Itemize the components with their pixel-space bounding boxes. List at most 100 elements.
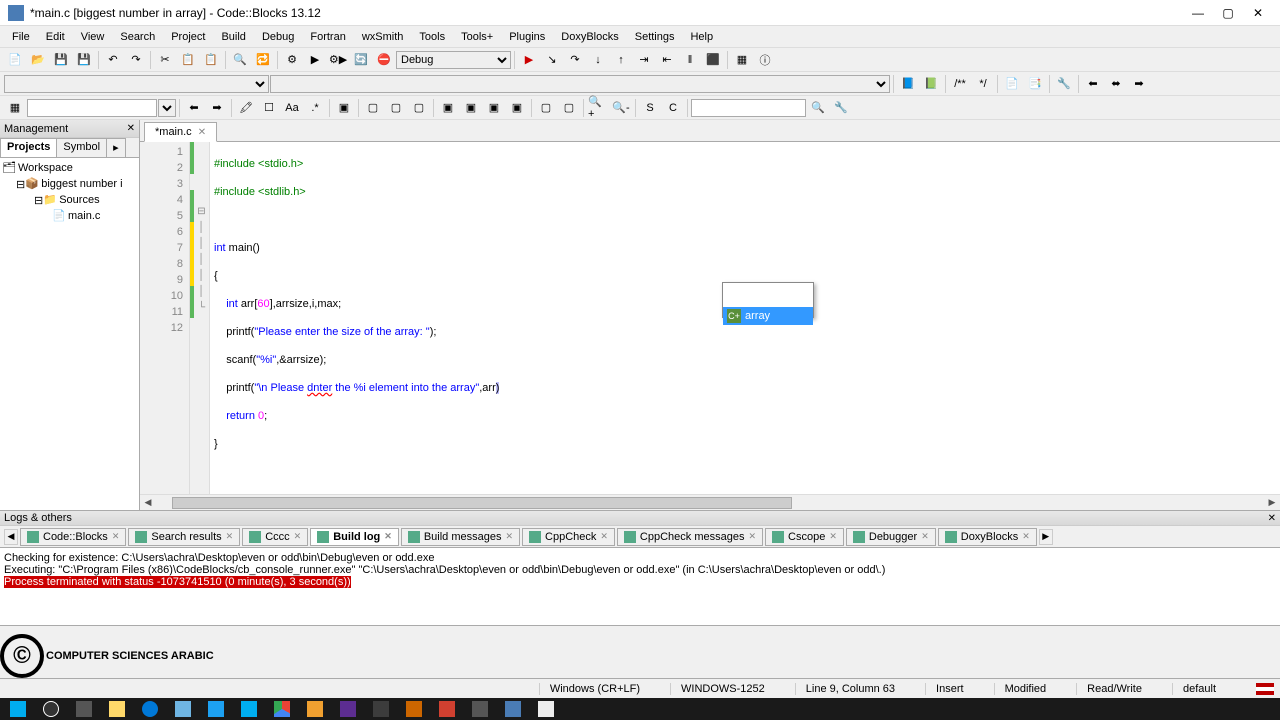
menu-project[interactable]: Project [163, 29, 213, 45]
bm7-icon[interactable]: ▣ [483, 98, 505, 118]
back-icon[interactable]: ⬅ [1082, 74, 1104, 94]
comment-icon[interactable]: /** [949, 74, 971, 94]
doxy2-icon[interactable]: 📗 [920, 74, 942, 94]
break-icon[interactable]: ‖ [679, 50, 701, 70]
highlight-icon[interactable]: 🖍 [235, 98, 257, 118]
bm3-icon[interactable]: ▢ [385, 98, 407, 118]
bm4-icon[interactable]: ▢ [408, 98, 430, 118]
close-button[interactable]: ✕ [1244, 4, 1272, 22]
s-icon[interactable]: S [639, 98, 661, 118]
menu-edit[interactable]: Edit [38, 29, 73, 45]
c-icon[interactable]: C [662, 98, 684, 118]
app-icon-5[interactable] [464, 699, 496, 719]
editor-tab-mainc[interactable]: *main.c ✕ [144, 122, 217, 142]
code-content[interactable]: #include <stdio.h> #include <stdlib.h> i… [210, 142, 1280, 494]
logs-close-icon[interactable]: ✕ [1268, 513, 1276, 524]
menu-doxyblocks[interactable]: DoxyBlocks [553, 29, 626, 45]
term-icon[interactable]: ▢ [535, 98, 557, 118]
select-icon[interactable]: ☐ [258, 98, 280, 118]
jump-icon[interactable]: ⬌ [1105, 74, 1127, 94]
text-input[interactable] [691, 99, 806, 117]
codeblocks-task-icon[interactable] [497, 699, 529, 719]
taskview-icon[interactable] [68, 699, 100, 719]
language-flag-icon[interactable] [1256, 683, 1274, 695]
logs-tabs-left-icon[interactable]: ◀ [4, 529, 18, 545]
tool-icon[interactable]: ▦ [4, 98, 26, 118]
save-icon[interactable]: 💾 [50, 50, 72, 70]
menu-toolsplus[interactable]: Tools+ [453, 29, 501, 45]
logs-tab-cppcheck[interactable]: CppCheck✕ [522, 528, 615, 546]
menu-settings[interactable]: Settings [627, 29, 683, 45]
edge-icon[interactable] [134, 699, 166, 719]
doxy4-icon[interactable]: 📑 [1024, 74, 1046, 94]
maximize-button[interactable]: ▢ [1214, 4, 1242, 22]
bm5-icon[interactable]: ▣ [437, 98, 459, 118]
skype-icon[interactable] [233, 699, 265, 719]
next-instr-icon[interactable]: ⇥ [633, 50, 655, 70]
bm6-icon[interactable]: ▣ [460, 98, 482, 118]
vs-icon[interactable] [332, 699, 364, 719]
bm8-icon[interactable]: ▣ [506, 98, 528, 118]
logs-tab-codeblocks[interactable]: Code::Blocks✕ [20, 528, 126, 546]
bm2-icon[interactable]: ▢ [362, 98, 384, 118]
minimize-button[interactable]: — [1184, 4, 1212, 22]
next-line-icon[interactable]: ↷ [564, 50, 586, 70]
app-icon-2[interactable] [365, 699, 397, 719]
chrome-icon[interactable] [266, 699, 298, 719]
tree-sources[interactable]: ⊟📁Sources [2, 192, 137, 208]
copy-icon[interactable]: 📋 [177, 50, 199, 70]
prev-icon[interactable]: ⬅ [183, 98, 205, 118]
menu-debug[interactable]: Debug [254, 29, 302, 45]
stop-debug-icon[interactable]: ⬛ [702, 50, 724, 70]
paste-icon[interactable]: 📋 [200, 50, 222, 70]
app-icon-3[interactable] [398, 699, 430, 719]
menu-file[interactable]: File [4, 29, 38, 45]
go-icon[interactable]: 🔍 [807, 98, 829, 118]
doxy5-icon[interactable]: 🔧 [1053, 74, 1075, 94]
notepad-icon[interactable] [167, 699, 199, 719]
build-log-content[interactable]: Checking for existence: C:\Users\achra\D… [0, 548, 1280, 626]
menu-tools[interactable]: Tools [411, 29, 453, 45]
doxy3-icon[interactable]: 📄 [1001, 74, 1023, 94]
horizontal-scrollbar[interactable]: ◀ ▶ [140, 494, 1280, 510]
search-select[interactable] [158, 99, 176, 117]
function-select[interactable] [270, 75, 890, 93]
tree-file-mainc[interactable]: 📄main.c [2, 208, 137, 224]
zoom-in-icon[interactable]: 🔍+ [587, 98, 609, 118]
explorer-icon[interactable] [101, 699, 133, 719]
undo-icon[interactable]: ↶ [102, 50, 124, 70]
code-editor[interactable]: 1234 5678 9101112 ⊟│││ ││└ #include <std… [140, 142, 1280, 494]
rebuild-icon[interactable]: 🔄 [350, 50, 372, 70]
autocomplete-item[interactable]: C+ array [723, 307, 813, 325]
logs-tab-buildlog[interactable]: Build log✕ [310, 528, 399, 546]
twitter-icon[interactable] [200, 699, 232, 719]
run-to-cursor-icon[interactable]: ↘ [541, 50, 563, 70]
logs-tabs-right-icon[interactable]: ▶ [1039, 529, 1053, 545]
logs-tab-buildmsg[interactable]: Build messages✕ [401, 528, 520, 546]
logs-tab-cccc[interactable]: Cccc✕ [242, 528, 308, 546]
management-close-icon[interactable]: ✕ [127, 123, 135, 134]
menu-fortran[interactable]: Fortran [302, 29, 353, 45]
menu-help[interactable]: Help [682, 29, 721, 45]
step-instr-icon[interactable]: ⇤ [656, 50, 678, 70]
tree-workspace[interactable]: 🗂Workspace [2, 160, 137, 176]
regex-icon[interactable]: .* [304, 98, 326, 118]
logs-tab-debugger[interactable]: Debugger✕ [846, 528, 936, 546]
diff-icon[interactable]: ▢ [558, 98, 580, 118]
abort-icon[interactable]: ⛔ [373, 50, 395, 70]
bm1-icon[interactable]: ▣ [333, 98, 355, 118]
debug-continue-icon[interactable]: ▶ [518, 50, 540, 70]
autocomplete-popup[interactable]: C+ array [722, 282, 814, 318]
save-all-icon[interactable]: 💾 [73, 50, 95, 70]
info-icon[interactable]: ⓘ [754, 50, 776, 70]
cortana-icon[interactable] [35, 699, 67, 719]
build-target-select[interactable]: Debug [396, 51, 511, 69]
logs-tab-cscope[interactable]: Cscope✕ [765, 528, 844, 546]
app-icon-1[interactable] [299, 699, 331, 719]
step-out-icon[interactable]: ↑ [610, 50, 632, 70]
tab-more[interactable]: ▸ [106, 138, 126, 157]
replace-icon[interactable]: 🔁 [252, 50, 274, 70]
logs-tab-cppcheckmsg[interactable]: CppCheck messages✕ [617, 528, 763, 546]
menu-search[interactable]: Search [112, 29, 163, 45]
scope-select[interactable] [4, 75, 269, 93]
